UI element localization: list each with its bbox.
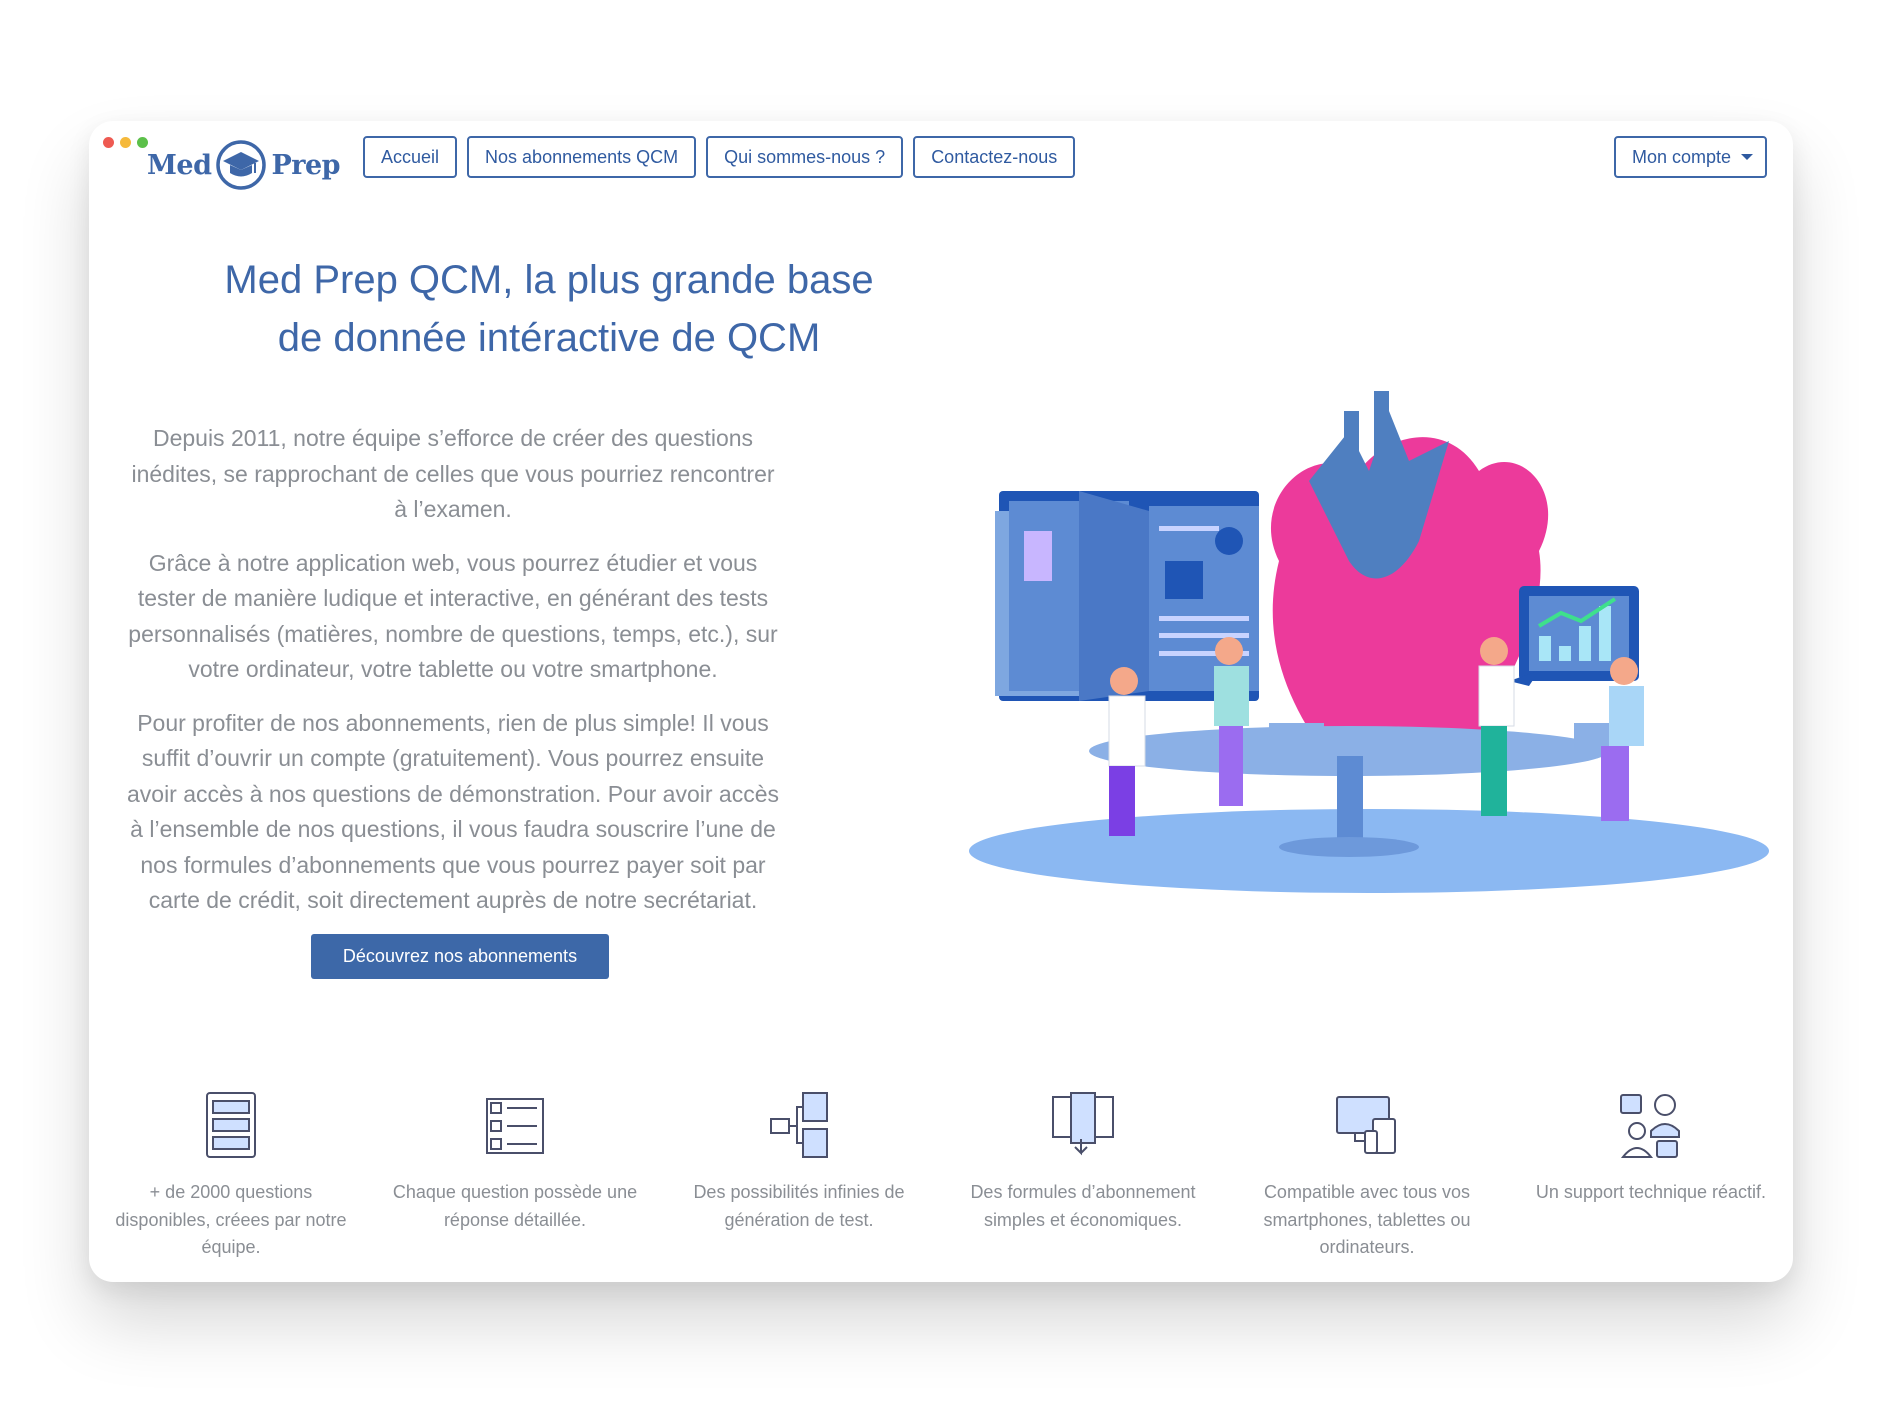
hero-description: Depuis 2011, notre équipe s’efforce de c… bbox=[123, 421, 783, 937]
logo-text-prep: Prep bbox=[271, 149, 341, 181]
feature-test-generation-text: Des possibilités infinies de génération … bbox=[693, 1182, 905, 1230]
hero-paragraph-1: Depuis 2011, notre équipe s’efforce de c… bbox=[131, 425, 775, 522]
main-nav: Accueil Nos abonnements QCM Qui sommes-n… bbox=[363, 136, 1076, 178]
feature-subscriptions-text: Des formules d’abonnement simples et éco… bbox=[970, 1182, 1196, 1230]
feature-devices-text: Compatible avec tous vos smartphones, ta… bbox=[1263, 1182, 1471, 1257]
subscription-icon bbox=[1052, 1092, 1114, 1156]
nav-contact[interactable]: Contactez-nous bbox=[913, 136, 1076, 178]
close-window-button[interactable] bbox=[103, 137, 114, 148]
feature-devices: Compatible avec tous vos smartphones, ta… bbox=[1225, 1091, 1509, 1262]
hero-title: Med Prep QCM, la plus grande base de don… bbox=[109, 251, 989, 367]
hero-paragraph-3: Pour profiter de nos abonnements, rien d… bbox=[126, 709, 780, 914]
logo-text-med: Med bbox=[147, 149, 212, 181]
hero-title-line-2: de donnée intéractive de QCM bbox=[277, 316, 821, 360]
question-list-icon bbox=[206, 1092, 256, 1158]
account-dropdown[interactable]: Mon compte bbox=[1613, 136, 1767, 178]
feature-questions: + de 2000 questions disponibles, créees … bbox=[89, 1091, 373, 1262]
hero-illustration bbox=[969, 391, 1769, 893]
discover-subscriptions-button[interactable]: Découvrez nos abonnements bbox=[311, 934, 609, 979]
hero-paragraph-2: Grâce à notre application web, vous pour… bbox=[128, 549, 778, 683]
minimize-window-button[interactable] bbox=[120, 137, 131, 148]
account-label: Mon compte bbox=[1631, 147, 1731, 167]
feature-answers: Chaque question possède une réponse déta… bbox=[373, 1091, 657, 1262]
site-logo[interactable]: Med Prep bbox=[147, 135, 341, 195]
support-icon bbox=[1620, 1094, 1680, 1158]
feature-questions-text: + de 2000 questions disponibles, créees … bbox=[115, 1182, 347, 1257]
nav-qui-sommes-nous[interactable]: Qui sommes-nous ? bbox=[706, 136, 904, 178]
answer-form-icon bbox=[486, 1098, 544, 1154]
test-generation-icon bbox=[770, 1092, 828, 1158]
browser-window: Med Prep Accueil Nos abonnements QCM Qui… bbox=[89, 121, 1793, 1282]
nav-accueil[interactable]: Accueil bbox=[363, 136, 458, 178]
nav-abonnements[interactable]: Nos abonnements QCM bbox=[467, 136, 697, 178]
devices-icon bbox=[1336, 1096, 1396, 1154]
hero-title-line-1: Med Prep QCM, la plus grande base bbox=[224, 258, 874, 302]
features-row: + de 2000 questions disponibles, créees … bbox=[89, 1091, 1793, 1262]
graduation-cap-icon bbox=[216, 140, 267, 190]
feature-support: Un support technique réactif. bbox=[1509, 1091, 1793, 1262]
feature-answers-text: Chaque question possède une réponse déta… bbox=[392, 1182, 638, 1230]
feature-subscriptions: Des formules d’abonnement simples et éco… bbox=[941, 1091, 1225, 1262]
window-controls bbox=[103, 137, 148, 148]
feature-test-generation: Des possibilités infinies de génération … bbox=[657, 1091, 941, 1262]
caret-down-icon bbox=[1741, 154, 1753, 160]
feature-support-text: Un support technique réactif. bbox=[1535, 1182, 1767, 1202]
